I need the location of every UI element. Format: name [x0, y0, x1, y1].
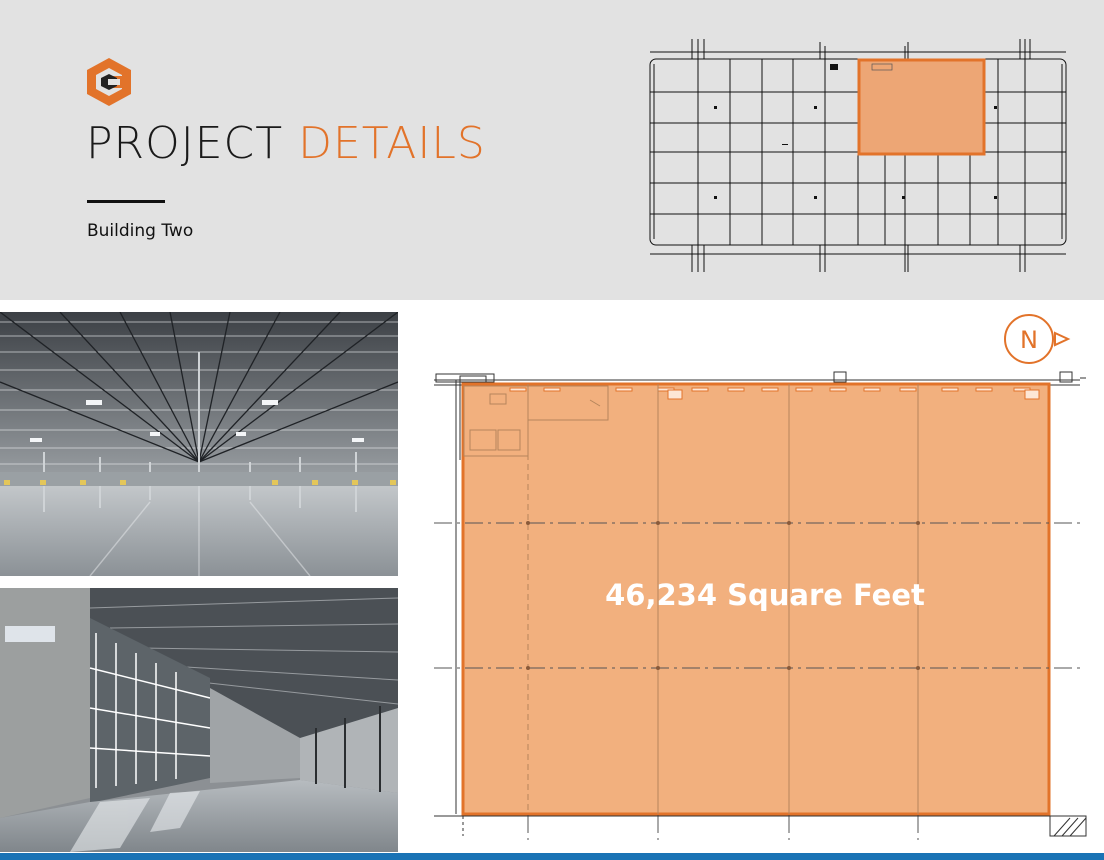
title-divider	[87, 200, 165, 203]
north-arrow: N	[1002, 312, 1072, 368]
title-main: PROJECT	[86, 118, 284, 169]
building-subtitle: Building Two	[87, 221, 194, 241]
warehouse-interior-photo-1	[0, 312, 398, 576]
north-arrow-icon: N	[1004, 314, 1071, 364]
header-panel: PROJECT DETAILS Building Two	[0, 0, 1104, 300]
site-plan-drawing	[649, 39, 1067, 272]
title-accent: DETAILS	[298, 118, 486, 169]
warehouse-interior-photo-2	[0, 588, 398, 852]
company-logo	[87, 58, 131, 106]
north-label: N	[1020, 326, 1038, 354]
page-title: PROJECT DETAILS	[86, 118, 486, 169]
square-footage-label: 46,234 Square Feet	[605, 578, 925, 612]
footer-bar	[0, 853, 1104, 860]
